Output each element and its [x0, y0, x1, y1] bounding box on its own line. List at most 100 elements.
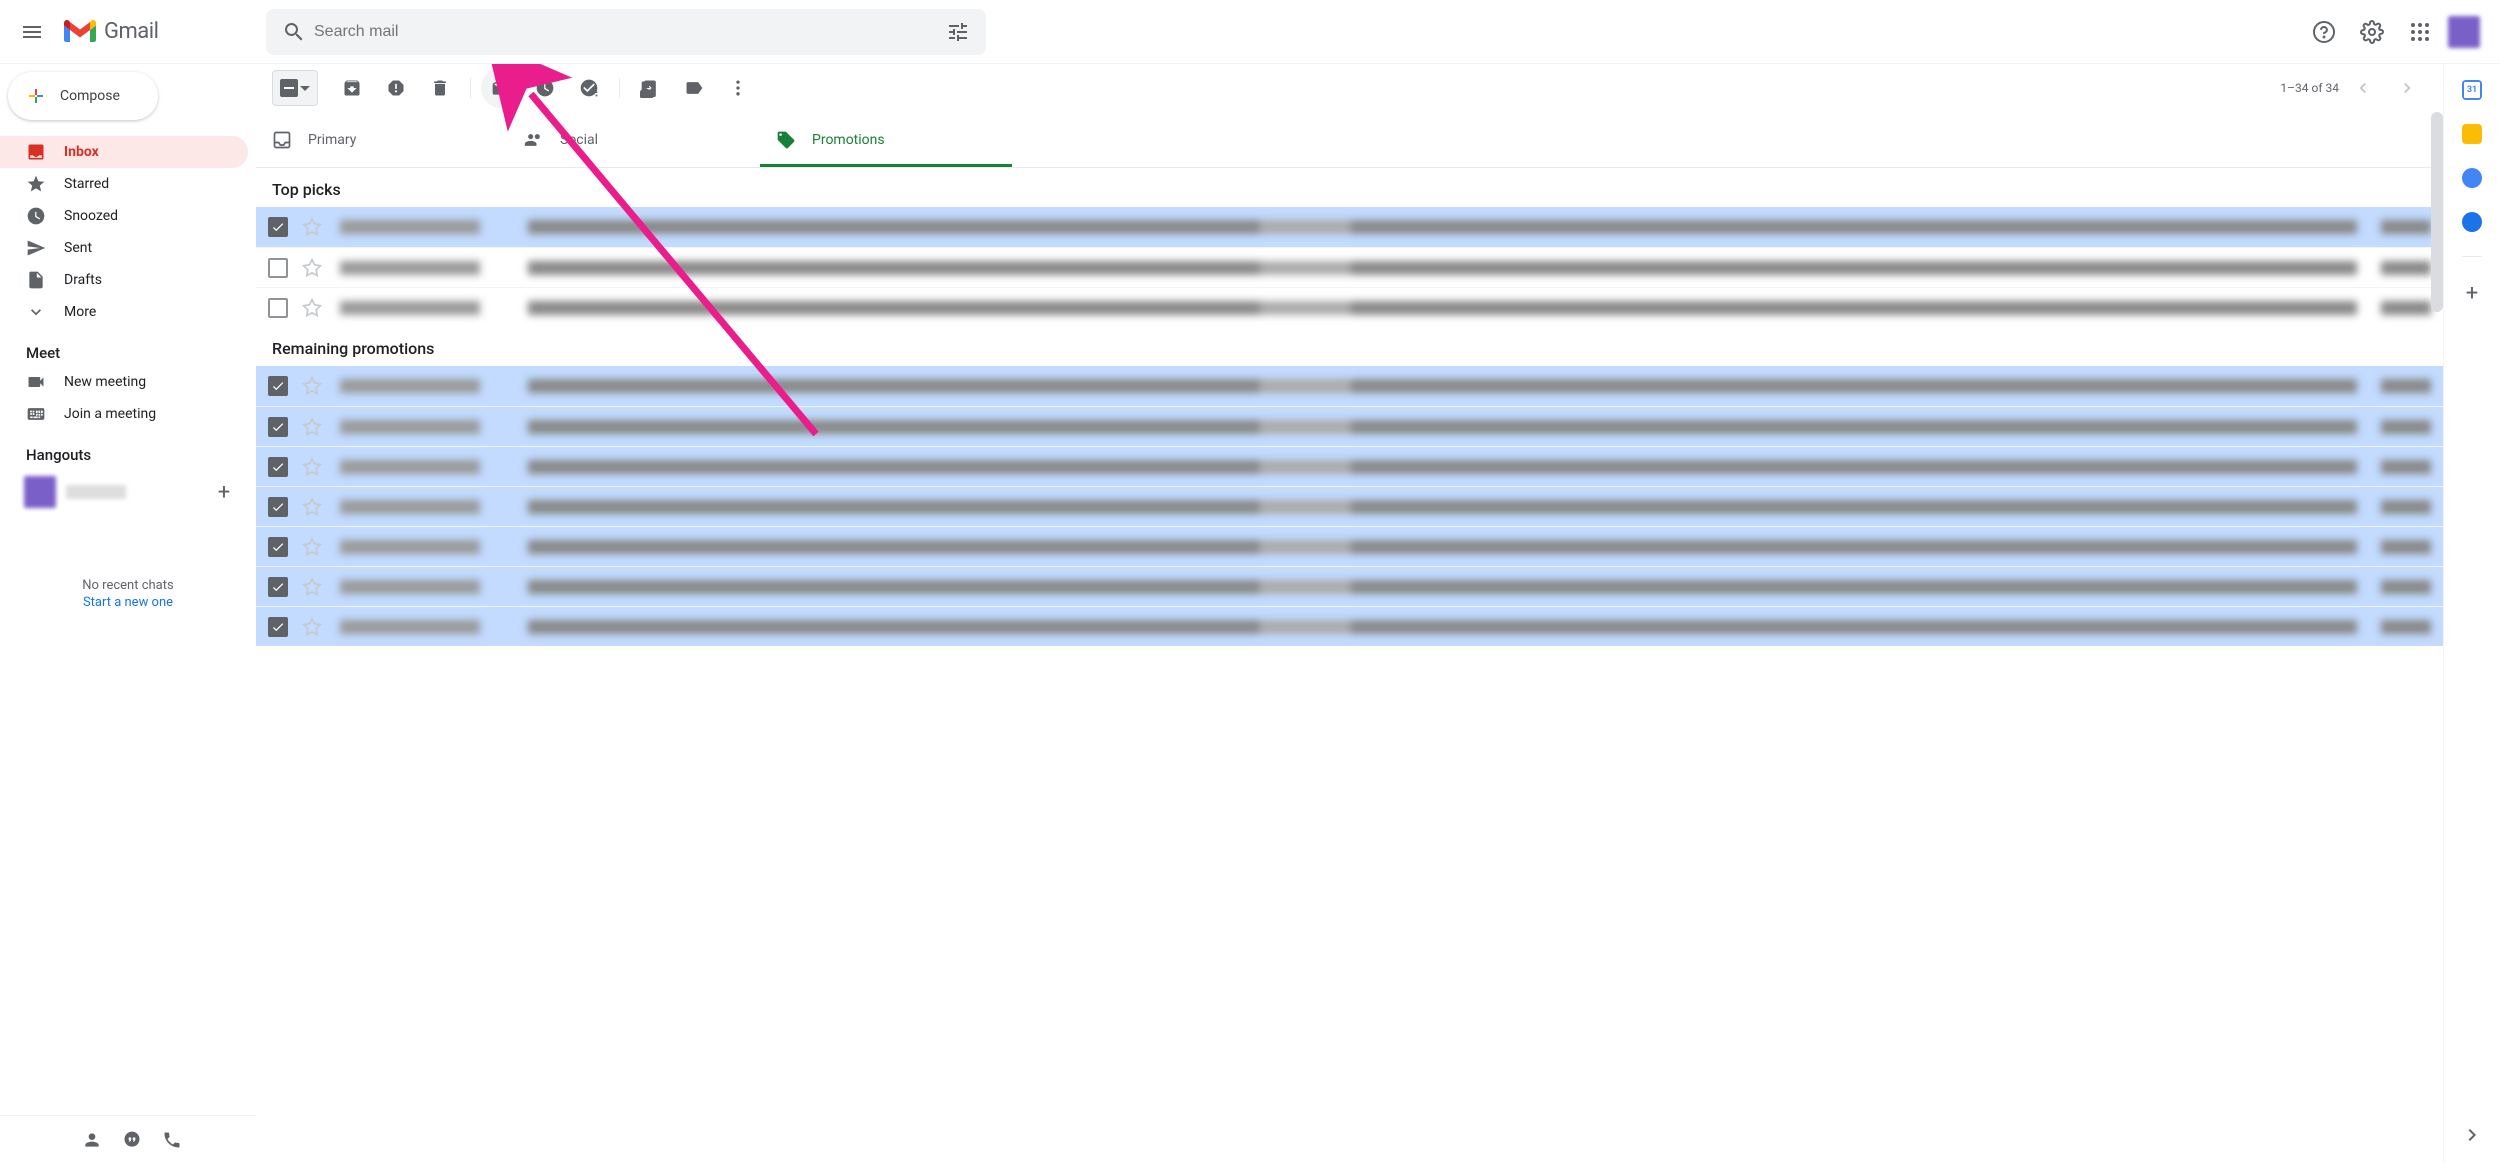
star-button[interactable]	[302, 537, 322, 557]
star-button[interactable]	[302, 217, 322, 237]
row-checkbox[interactable]	[268, 457, 288, 477]
tasks-app-button[interactable]	[2462, 168, 2482, 188]
search-bar[interactable]	[266, 9, 986, 55]
section-header: Top picks	[256, 168, 2443, 207]
mail-row[interactable]	[256, 526, 2443, 566]
hangouts-tab[interactable]	[112, 1120, 152, 1160]
prev-page-button[interactable]	[2343, 68, 2383, 108]
star-button[interactable]	[302, 376, 322, 396]
next-page-button[interactable]	[2387, 68, 2427, 108]
delete-button[interactable]	[420, 68, 460, 108]
star-button[interactable]	[302, 457, 322, 477]
mail-row[interactable]	[256, 207, 2443, 247]
nav-label: Inbox	[64, 144, 99, 160]
mail-row[interactable]	[256, 366, 2443, 406]
subject-redacted	[528, 379, 2357, 393]
expand-icon	[26, 302, 46, 322]
search-button[interactable]	[274, 20, 314, 44]
phone-tab[interactable]	[152, 1120, 192, 1160]
row-checkbox[interactable]	[268, 497, 288, 517]
more-button[interactable]	[718, 68, 758, 108]
mail-row[interactable]	[256, 287, 2443, 327]
sidebar-item-inbox[interactable]: Inbox	[0, 136, 248, 168]
row-checkbox[interactable]	[268, 258, 288, 278]
collapse-panel-button[interactable]	[2460, 1123, 2484, 1147]
mail-row[interactable]	[256, 606, 2443, 646]
star-button[interactable]	[302, 577, 322, 597]
archive-button[interactable]	[332, 68, 372, 108]
date-redacted	[2381, 261, 2431, 275]
apps-button[interactable]	[2400, 12, 2440, 52]
sidebar-item-drafts[interactable]: Drafts	[0, 264, 248, 296]
support-button[interactable]	[2304, 12, 2344, 52]
row-checkbox[interactable]	[268, 376, 288, 396]
tab-label: Social	[560, 132, 598, 148]
sidebar-item-sent[interactable]: Sent	[0, 232, 248, 264]
clock-icon	[535, 78, 555, 98]
row-checkbox[interactable]	[268, 577, 288, 597]
row-checkbox[interactable]	[268, 537, 288, 557]
help-icon	[2312, 20, 2336, 44]
select-all-checkbox[interactable]	[272, 70, 318, 106]
pagination-text: 1–34 of 34	[2280, 81, 2339, 95]
subject-redacted	[528, 420, 2357, 434]
account-avatar[interactable]	[2448, 16, 2480, 48]
meet-item-join-a-meeting[interactable]: Join a meeting	[0, 398, 256, 430]
report-spam-button[interactable]	[376, 68, 416, 108]
snooze-button[interactable]	[525, 68, 565, 108]
keep-app-button[interactable]	[2462, 124, 2482, 144]
add-to-tasks-button[interactable]	[569, 68, 609, 108]
compose-button[interactable]: Compose	[8, 72, 158, 120]
mark-as-read-button[interactable]	[481, 68, 521, 108]
sidebar-item-starred[interactable]: Starred	[0, 168, 248, 200]
category-tabs: Primary Social Promotions	[256, 112, 2443, 168]
mail-row[interactable]	[256, 406, 2443, 446]
sidebar-bottom-tabs	[0, 1115, 256, 1163]
labels-button[interactable]	[674, 68, 714, 108]
search-input[interactable]	[314, 23, 938, 41]
hangouts-user-row[interactable]: +	[0, 468, 256, 508]
sender-redacted	[340, 460, 480, 474]
gmail-logo[interactable]: Gmail	[56, 19, 256, 44]
contacts-app-button[interactable]	[2462, 212, 2482, 232]
sidebar-item-snoozed[interactable]: Snoozed	[0, 200, 248, 232]
subject-redacted	[528, 580, 2357, 594]
move-to-button[interactable]	[630, 68, 670, 108]
add-app-button[interactable]: +	[2466, 281, 2478, 306]
star-button[interactable]	[302, 497, 322, 517]
chevron-left-icon	[2353, 78, 2373, 98]
row-checkbox[interactable]	[268, 217, 288, 237]
tab-promotions[interactable]: Promotions	[760, 112, 1012, 167]
star-button[interactable]	[302, 298, 322, 318]
hangouts-add-button[interactable]: +	[208, 476, 240, 508]
row-checkbox[interactable]	[268, 298, 288, 318]
star-button[interactable]	[302, 617, 322, 637]
sidebar-item-more[interactable]: More	[0, 296, 248, 328]
hangouts-username	[66, 485, 126, 499]
date-redacted	[2381, 580, 2431, 594]
date-redacted	[2381, 540, 2431, 554]
star-button[interactable]	[302, 417, 322, 437]
settings-button[interactable]	[2352, 12, 2392, 52]
tab-primary[interactable]: Primary	[256, 112, 508, 167]
search-options-button[interactable]	[938, 20, 978, 44]
subject-redacted	[528, 460, 2357, 474]
mail-row[interactable]	[256, 566, 2443, 606]
mail-row[interactable]	[256, 486, 2443, 526]
scrollbar[interactable]	[2431, 112, 2443, 312]
mail-row[interactable]	[256, 247, 2443, 287]
calendar-app-button[interactable]: 31	[2462, 80, 2482, 100]
mail-row[interactable]	[256, 446, 2443, 486]
contacts-tab[interactable]	[72, 1120, 112, 1160]
row-checkbox[interactable]	[268, 417, 288, 437]
row-checkbox[interactable]	[268, 617, 288, 637]
gmail-logo-icon	[64, 20, 96, 44]
compose-label: Compose	[60, 88, 120, 104]
tab-social[interactable]: Social	[508, 112, 760, 167]
date-redacted	[2381, 301, 2431, 315]
start-new-chat-link[interactable]: Start a new one	[0, 595, 256, 610]
star-button[interactable]	[302, 258, 322, 278]
meet-item-new-meeting[interactable]: New meeting	[0, 366, 256, 398]
subject-redacted	[528, 220, 2357, 234]
main-menu-button[interactable]	[8, 8, 56, 56]
